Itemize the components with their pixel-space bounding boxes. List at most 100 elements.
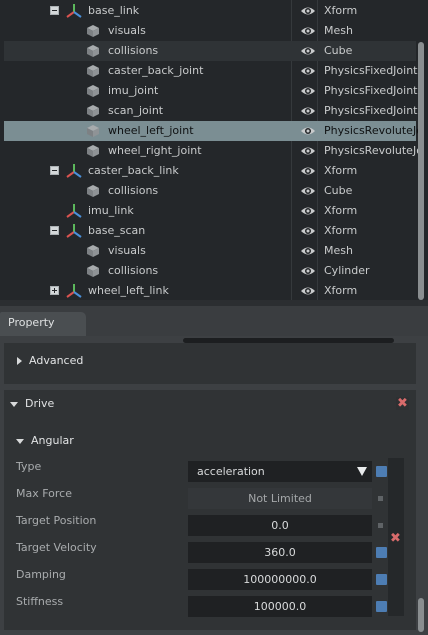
eye-icon[interactable] bbox=[300, 183, 316, 199]
field-label: Stiffness bbox=[16, 595, 64, 608]
field-label: Type bbox=[16, 460, 42, 473]
value-field[interactable]: 100000.0 bbox=[188, 596, 372, 617]
mesh-icon bbox=[86, 24, 100, 38]
xform-icon bbox=[66, 203, 82, 219]
eye-icon[interactable] bbox=[300, 103, 316, 119]
mesh-icon bbox=[86, 244, 100, 258]
expanded-triangle-icon[interactable] bbox=[16, 439, 24, 444]
xform-icon bbox=[66, 223, 82, 239]
default-value-icon[interactable] bbox=[378, 496, 383, 501]
property-scrollbar[interactable] bbox=[418, 598, 424, 632]
mesh-icon bbox=[86, 64, 100, 78]
mesh-icon bbox=[86, 184, 100, 198]
tree-row[interactable]: wheel_left_joint PhysicsRevoluteJoint bbox=[4, 121, 420, 141]
prim-type: Xform bbox=[324, 4, 358, 17]
collapse-icon[interactable] bbox=[50, 6, 59, 15]
tree-row[interactable]: base_link Xform bbox=[4, 1, 416, 21]
prim-type: Cube bbox=[324, 44, 353, 57]
tab-property[interactable]: Property bbox=[0, 312, 86, 336]
eye-icon[interactable] bbox=[300, 83, 316, 99]
authored-value-icon[interactable] bbox=[376, 574, 387, 585]
default-value-icon[interactable] bbox=[378, 523, 383, 528]
field-value: 100000000.0 bbox=[243, 573, 317, 586]
eye-icon[interactable] bbox=[300, 3, 316, 19]
prim-name: wheel_left_joint bbox=[108, 124, 194, 137]
dropdown-arrow-icon[interactable] bbox=[357, 467, 367, 476]
eye-icon[interactable] bbox=[300, 243, 316, 259]
property-tab-bar: Property bbox=[0, 306, 428, 336]
tree-row[interactable]: visuals Mesh bbox=[4, 241, 416, 261]
tree-row[interactable]: imu_joint PhysicsFixedJoint bbox=[4, 81, 418, 101]
tree-row[interactable]: base_scan Xform bbox=[4, 221, 416, 241]
horizontal-scrollbar[interactable] bbox=[183, 338, 394, 343]
prim-type: PhysicsRevoluteJoint bbox=[324, 124, 420, 137]
prim-type: Mesh bbox=[324, 24, 353, 37]
tree-row[interactable]: caster_back_link Xform bbox=[4, 161, 416, 181]
mesh-icon bbox=[86, 124, 100, 138]
prim-name: visuals bbox=[108, 24, 146, 37]
tree-row[interactable]: visuals Mesh bbox=[4, 21, 416, 41]
eye-icon[interactable] bbox=[300, 23, 316, 39]
value-field[interactable]: 360.0 bbox=[188, 542, 372, 563]
collapsed-triangle-icon[interactable] bbox=[17, 357, 22, 365]
prim-name: imu_joint bbox=[108, 84, 159, 97]
field-value: 0.0 bbox=[271, 519, 289, 532]
drive-header[interactable]: Drive bbox=[25, 397, 54, 410]
value-field[interactable]: 0.0 bbox=[188, 515, 372, 536]
xform-icon bbox=[66, 163, 82, 179]
prim-type: PhysicsFixedJoint bbox=[324, 104, 418, 117]
prim-name: wheel_right_joint bbox=[108, 144, 202, 157]
tree-row[interactable]: caster_back_joint PhysicsFixedJoint bbox=[4, 61, 418, 81]
prim-name: caster_back_link bbox=[88, 164, 179, 177]
authored-value-icon[interactable] bbox=[376, 466, 387, 477]
field-value: 360.0 bbox=[264, 546, 296, 559]
mesh-icon bbox=[86, 144, 100, 158]
eye-icon[interactable] bbox=[300, 163, 316, 179]
field-label: Target Position bbox=[16, 514, 97, 527]
prim-type: Xform bbox=[324, 224, 358, 237]
tree-row[interactable]: collisions Cube bbox=[4, 181, 416, 201]
stage-tree-panel: base_link Xform visuals Mesh collisions … bbox=[0, 0, 428, 306]
eye-icon[interactable] bbox=[300, 203, 316, 219]
prim-name: collisions bbox=[108, 184, 159, 197]
eye-icon[interactable] bbox=[300, 223, 316, 239]
expand-icon[interactable] bbox=[50, 286, 59, 295]
prim-type: Cylinder bbox=[324, 264, 370, 277]
tree-row[interactable]: wheel_right_joint PhysicsRevoluteJoint bbox=[4, 141, 420, 161]
eye-icon[interactable] bbox=[300, 283, 316, 299]
eye-icon[interactable] bbox=[300, 63, 316, 79]
angular-header[interactable]: Angular bbox=[31, 434, 74, 447]
eye-icon[interactable] bbox=[300, 263, 316, 279]
tree-row[interactable]: imu_link Xform bbox=[4, 201, 416, 221]
authored-value-icon[interactable] bbox=[376, 547, 387, 558]
prim-type: Xform bbox=[324, 204, 358, 217]
field-value: Not Limited bbox=[248, 492, 312, 505]
prim-name: caster_back_joint bbox=[108, 64, 204, 77]
tree-row[interactable]: scan_joint PhysicsFixedJoint bbox=[4, 101, 418, 121]
reset-all-icon[interactable]: ✖ bbox=[389, 532, 402, 545]
collapse-icon[interactable] bbox=[50, 166, 59, 175]
prim-type: Xform bbox=[324, 164, 358, 177]
value-field[interactable]: 100000000.0 bbox=[188, 569, 372, 590]
type-dropdown[interactable]: acceleration bbox=[188, 461, 372, 482]
tree-row[interactable]: collisions Cube bbox=[4, 41, 416, 61]
value-field: Not Limited bbox=[188, 488, 372, 509]
prim-name: collisions bbox=[108, 44, 159, 57]
tree-row[interactable]: collisions Cylinder bbox=[4, 261, 416, 281]
tree-row[interactable]: wheel_left_link Xform bbox=[4, 281, 416, 301]
prim-name: wheel_left_link bbox=[88, 284, 169, 297]
remove-drive-icon[interactable]: ✖ bbox=[396, 397, 409, 410]
eye-icon[interactable] bbox=[300, 43, 316, 59]
drive-section bbox=[4, 390, 416, 630]
collapse-icon[interactable] bbox=[50, 226, 59, 235]
expanded-triangle-icon[interactable] bbox=[10, 402, 18, 407]
prim-type: Cube bbox=[324, 184, 353, 197]
mesh-icon bbox=[86, 44, 100, 58]
prim-type: PhysicsRevoluteJoint bbox=[324, 144, 420, 157]
advanced-header[interactable]: Advanced bbox=[29, 354, 83, 367]
eye-icon[interactable] bbox=[300, 123, 316, 139]
eye-icon[interactable] bbox=[300, 143, 316, 159]
authored-value-icon[interactable] bbox=[376, 601, 387, 612]
stage-scrollbar[interactable] bbox=[418, 42, 424, 300]
prim-name: collisions bbox=[108, 264, 159, 277]
